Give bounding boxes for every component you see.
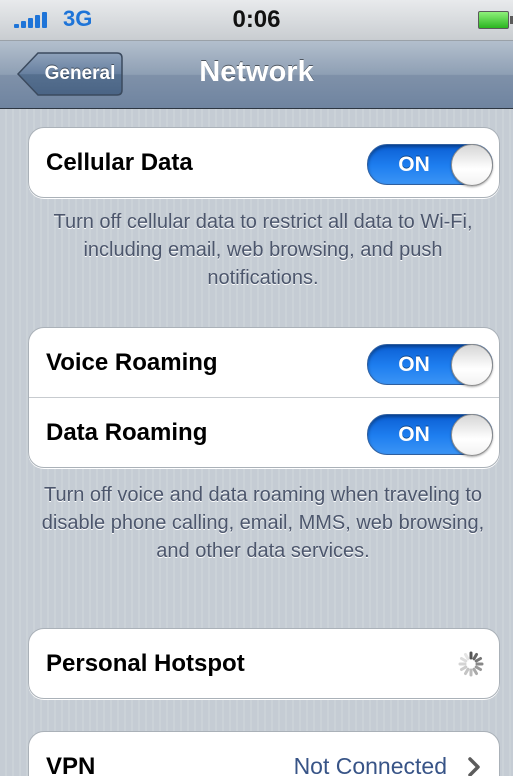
chevron-right-icon [468,757,480,776]
personal-hotspot-row[interactable]: Personal Hotspot [29,629,499,698]
navigation-bar: General Network [0,41,513,109]
switch-state-label: ON [398,153,430,176]
switch-knob [451,144,493,186]
vpn-row[interactable]: VPN Not Connected [29,732,499,776]
switch-state-label: ON [398,353,430,376]
switch-knob [451,344,493,386]
personal-hotspot-group: Personal Hotspot [28,628,500,699]
voice-roaming-row: Voice Roaming ON [29,328,499,397]
roaming-footer: Turn off voice and data roaming when tra… [41,484,485,562]
data-roaming-row: Data Roaming ON [29,397,499,467]
voice-roaming-label: Voice Roaming [46,349,218,376]
cellular-data-switch[interactable]: ON [367,144,493,186]
page-title: Network [199,56,314,88]
status-time: 0:06 [232,6,281,33]
cellular-data-footer: Turn off cellular data to restrict all d… [53,211,473,289]
vpn-status-value: Not Connected [293,753,447,776]
switch-state-label: ON [398,423,430,446]
roaming-group: Voice Roaming ON Data Roaming ON [28,327,500,468]
vpn-group: VPN Not Connected [28,731,500,776]
cellular-data-group: Cellular Data ON [28,127,500,198]
voice-roaming-switch[interactable]: ON [367,344,493,386]
personal-hotspot-label: Personal Hotspot [46,650,245,677]
loading-spinner-icon [458,651,484,677]
cellular-data-label: Cellular Data [46,149,193,176]
cellular-data-row: Cellular Data ON [29,128,499,197]
data-roaming-switch[interactable]: ON [367,414,493,456]
status-bar: 3G 0:06 [0,0,513,41]
vpn-label: VPN [46,753,96,776]
battery-icon [478,11,513,29]
data-roaming-label: Data Roaming [46,419,208,446]
switch-knob [451,414,493,456]
